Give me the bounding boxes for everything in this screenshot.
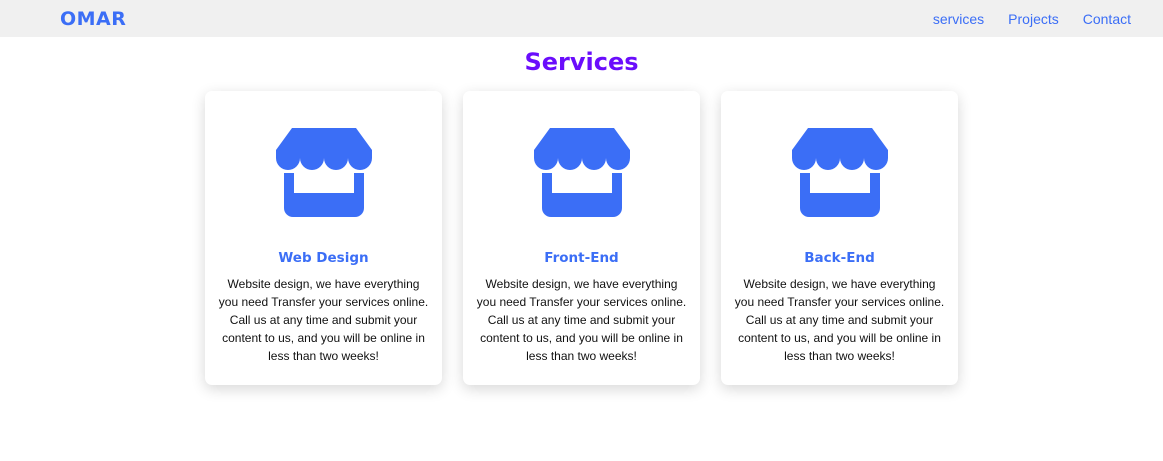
service-cards: Web Design Website design, we have every…: [0, 91, 1163, 385]
nav-link-contact[interactable]: Contact: [1083, 11, 1131, 27]
services-section: Services Web Design Website design, we h…: [0, 47, 1163, 385]
service-card-back-end: Back-End Website design, we have everyth…: [721, 91, 958, 385]
storefront-icon: [275, 128, 372, 217]
card-description: Website design, we have everything you n…: [476, 277, 687, 363]
card-description: Website design, we have everything you n…: [218, 277, 429, 363]
card-title: Front-End: [544, 250, 619, 266]
brand-logo[interactable]: OMAR: [60, 8, 126, 30]
navbar: OMAR services Projects Contact: [0, 0, 1163, 37]
storefront-icon: [533, 128, 630, 217]
storefront-icon: [791, 128, 888, 217]
section-title: Services: [524, 48, 639, 76]
nav-link-projects[interactable]: Projects: [1008, 11, 1059, 27]
nav-links: services Projects Contact: [933, 11, 1131, 27]
service-card-web-design: Web Design Website design, we have every…: [205, 91, 442, 385]
card-title: Web Design: [278, 250, 369, 266]
card-title: Back-End: [804, 250, 875, 266]
service-card-front-end: Front-End Website design, we have everyt…: [463, 91, 700, 385]
nav-link-services[interactable]: services: [933, 11, 984, 27]
card-description: Website design, we have everything you n…: [734, 277, 945, 363]
